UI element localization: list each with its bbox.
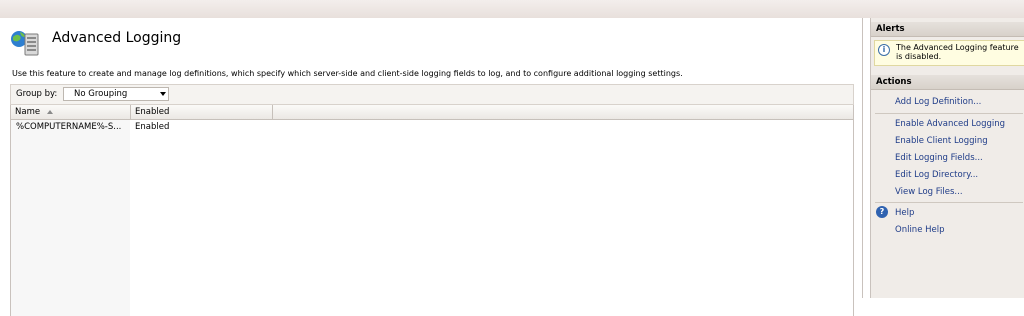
add-log-definition-link[interactable]: Add Log Definition... xyxy=(895,97,981,107)
actions-pane: Alerts i The Advanced Logging feature is… xyxy=(870,18,1024,298)
chevron-down-icon[interactable] xyxy=(160,92,166,96)
cell-name: %COMPUTERNAME%-S... xyxy=(16,122,122,132)
feature-description: Use this feature to create and manage lo… xyxy=(12,69,683,78)
enable-advanced-logging-link[interactable]: Enable Advanced Logging xyxy=(895,119,1005,129)
main-content: Advanced Logging Use this feature to cre… xyxy=(0,18,863,316)
help-link[interactable]: Help xyxy=(895,208,914,218)
column-header-name-label: Name xyxy=(15,107,41,117)
edit-logging-fields-link[interactable]: Edit Logging Fields... xyxy=(895,153,983,163)
group-by-bar: Group by: No Grouping xyxy=(10,84,854,105)
actions-header: Actions xyxy=(871,75,1024,90)
view-log-files-link[interactable]: View Log Files... xyxy=(895,187,963,197)
alert-box: i The Advanced Logging feature is disabl… xyxy=(874,40,1024,66)
alert-text: The Advanced Logging feature is disabled… xyxy=(896,43,1019,61)
group-by-label: Group by: xyxy=(16,89,58,99)
alerts-title: Alerts xyxy=(876,24,905,34)
cell-enabled: Enabled xyxy=(135,122,170,132)
log-definitions-list[interactable]: Name Enabled %COMPUTERNAME%-S... Enabled xyxy=(10,105,854,316)
help-icon[interactable]: ? xyxy=(876,206,888,218)
divider xyxy=(875,113,1023,114)
enable-client-logging-link[interactable]: Enable Client Logging xyxy=(895,136,988,146)
table-row[interactable]: %COMPUTERNAME%-S... Enabled xyxy=(11,121,853,133)
column-header-enabled-label: Enabled xyxy=(135,107,170,117)
divider xyxy=(875,202,1023,203)
alerts-header: Alerts xyxy=(871,22,1024,37)
actions-title: Actions xyxy=(876,77,912,87)
online-help-link[interactable]: Online Help xyxy=(895,225,945,235)
page-title: Advanced Logging xyxy=(52,30,182,46)
group-by-value: No Grouping xyxy=(74,89,128,99)
advanced-logging-icon xyxy=(11,31,39,56)
window-top-strip xyxy=(0,0,1024,18)
edit-log-directory-link[interactable]: Edit Log Directory... xyxy=(895,170,978,180)
list-header: Name Enabled xyxy=(11,105,853,120)
info-icon: i xyxy=(878,44,890,56)
name-column-background xyxy=(11,120,130,316)
column-header-name[interactable]: Name xyxy=(11,105,131,119)
group-by-select[interactable]: No Grouping xyxy=(63,87,169,101)
sort-ascending-icon xyxy=(47,110,53,114)
feature-header: Advanced Logging xyxy=(10,28,610,60)
column-header-enabled[interactable]: Enabled xyxy=(131,105,273,119)
